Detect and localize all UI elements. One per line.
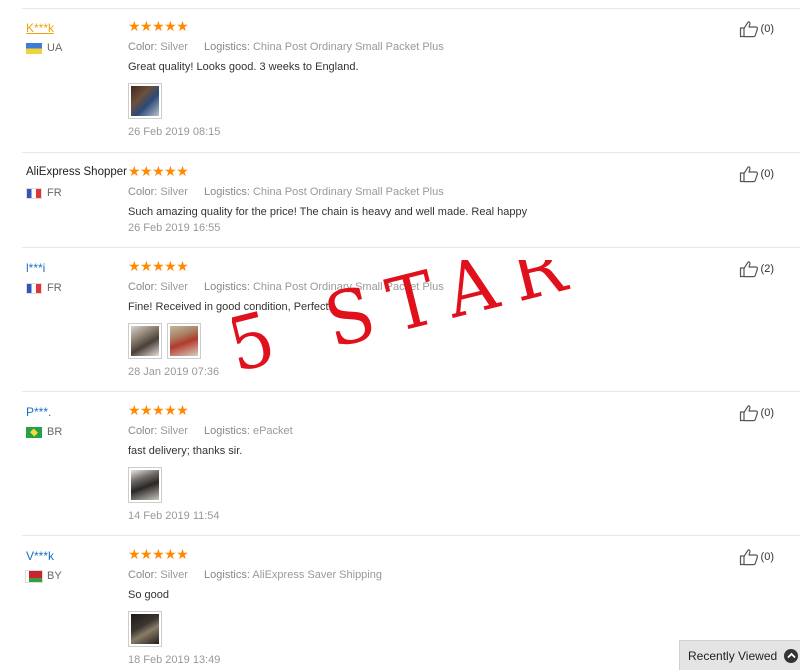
logistics-label: Logistics:	[204, 425, 250, 437]
logistics-label: Logistics:	[204, 569, 250, 581]
country-code: FR	[47, 282, 62, 294]
color-value: Silver	[160, 569, 188, 581]
star-rating: ★★★★★	[128, 258, 189, 274]
logistics-value: AliExpress Saver Shipping	[252, 569, 382, 581]
logistics-value: China Post Ordinary Small Packet Plus	[252, 186, 444, 198]
helpful-count: (0)	[760, 407, 774, 419]
star-rating: ★★★★★	[128, 163, 189, 179]
color-value: Silver	[160, 41, 188, 53]
helpful-count: (0)	[760, 23, 774, 35]
color-label: Color:	[128, 186, 158, 198]
thumbs-up-icon	[739, 261, 758, 278]
helpful-button[interactable]: (2)	[739, 260, 774, 278]
order-info: Color: Silver Logistics: China Post Ordi…	[128, 41, 444, 53]
reviewer-country: FR	[26, 282, 62, 294]
review-item: P***. BR ★★★★★ Color: Silver Logistics: …	[0, 392, 800, 536]
flag-icon	[26, 187, 42, 199]
review-text: Fine! Received in good condition, Perfec…	[128, 301, 332, 313]
flag-icon	[26, 42, 42, 54]
order-info: Color: Silver Logistics: China Post Ordi…	[128, 281, 444, 293]
review-photos	[128, 83, 167, 119]
star-rating: ★★★★★	[128, 18, 189, 34]
thumbs-up-icon	[739, 549, 758, 566]
order-info: Color: Silver Logistics: China Post Ordi…	[128, 186, 444, 198]
review-photo-thumb[interactable]	[167, 323, 201, 359]
review-text: Great quality! Looks good. 3 weeks to En…	[128, 61, 359, 73]
thumbs-up-icon	[739, 21, 758, 38]
review-item: AliExpress Shopper FR ★★★★★ Color: Silve…	[0, 153, 800, 248]
country-code: UA	[47, 42, 63, 54]
helpful-count: (0)	[760, 551, 774, 563]
star-rating: ★★★★★	[128, 402, 189, 418]
chevron-up-icon	[784, 648, 799, 663]
logistics-label: Logistics:	[204, 281, 250, 293]
review-item: l***i FR ★★★★★ Color: Silver Logistics: …	[0, 248, 800, 392]
helpful-count: (2)	[760, 263, 774, 275]
logistics-label: Logistics:	[204, 41, 250, 53]
logistics-value: China Post Ordinary Small Packet Plus	[252, 281, 444, 293]
review-date: 26 Feb 2019 08:15	[128, 126, 221, 138]
reviewer-name[interactable]: l***i	[26, 261, 45, 275]
reviewer-country: UA	[26, 42, 62, 54]
review-date: 18 Feb 2019 13:49	[128, 654, 221, 666]
thumbs-up-icon	[739, 405, 758, 422]
color-label: Color:	[128, 425, 158, 437]
color-label: Color:	[128, 281, 158, 293]
color-label: Color:	[128, 41, 158, 53]
country-code: BY	[47, 570, 62, 582]
feedback-list: K***k UA ★★★★★ Color: Silver Logistics: …	[0, 0, 800, 670]
review-photos	[128, 467, 167, 503]
review-text: So good	[128, 589, 169, 601]
review-photo-thumb[interactable]	[128, 83, 162, 119]
review-item: K***k UA ★★★★★ Color: Silver Logistics: …	[0, 8, 800, 153]
review-text: fast delivery; thanks sir.	[128, 445, 243, 457]
reviewer-country: FR	[26, 187, 62, 199]
flag-icon	[25, 569, 43, 583]
logistics-label: Logistics:	[204, 186, 250, 198]
color-value: Silver	[160, 186, 188, 198]
reviewer-name: AliExpress Shopper	[26, 166, 127, 178]
order-info: Color: Silver Logistics: AliExpress Save…	[128, 569, 382, 581]
country-code: BR	[47, 426, 63, 438]
helpful-count: (0)	[760, 168, 774, 180]
flag-icon	[26, 426, 42, 438]
order-info: Color: Silver Logistics: ePacket	[128, 425, 293, 437]
recently-viewed-label: Recently Viewed	[688, 648, 778, 663]
thumbs-up-icon	[739, 166, 758, 183]
flag-icon	[26, 282, 42, 294]
helpful-button[interactable]: (0)	[739, 548, 774, 566]
helpful-button[interactable]: (0)	[739, 404, 774, 422]
reviewer-name[interactable]: K***k	[26, 21, 54, 35]
review-date: 28 Jan 2019 07:36	[128, 366, 220, 378]
star-rating: ★★★★★	[128, 546, 189, 562]
recently-viewed-button[interactable]: Recently Viewed	[679, 640, 800, 670]
review-photo-thumb[interactable]	[128, 611, 162, 647]
country-code: FR	[47, 187, 62, 199]
logistics-value: ePacket	[252, 425, 293, 437]
review-photos	[128, 611, 167, 647]
reviewer-name[interactable]: P***.	[26, 405, 51, 419]
helpful-button[interactable]: (0)	[739, 165, 774, 183]
reviewer-country: BR	[26, 426, 62, 438]
reviewer-name[interactable]: V***k	[26, 549, 54, 563]
review-photo-thumb[interactable]	[128, 467, 162, 503]
review-text: Such amazing quality for the price! The …	[128, 206, 528, 218]
reviewer-country: BY	[25, 569, 62, 583]
helpful-button[interactable]: (0)	[739, 20, 774, 38]
color-label: Color:	[128, 569, 158, 581]
review-date: 26 Feb 2019 16:55	[128, 222, 221, 234]
review-date: 14 Feb 2019 11:54	[128, 510, 220, 522]
review-photos	[128, 323, 206, 359]
color-value: Silver	[160, 425, 188, 437]
logistics-value: China Post Ordinary Small Packet Plus	[252, 41, 444, 53]
review-photo-thumb[interactable]	[128, 323, 162, 359]
color-value: Silver	[160, 281, 188, 293]
